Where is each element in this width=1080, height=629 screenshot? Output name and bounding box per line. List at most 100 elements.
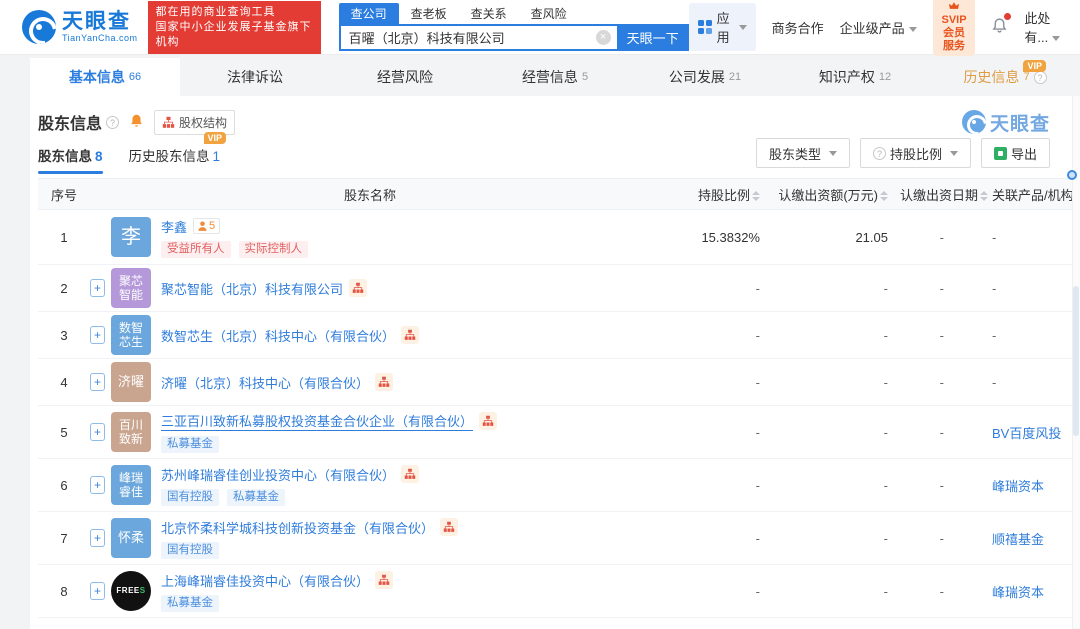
tianyancha-logo[interactable]: 天眼查 TianYanCha.com — [22, 10, 138, 44]
org-chart-icon — [378, 376, 390, 388]
notification-bell-button[interactable] — [991, 17, 1008, 37]
equity-structure-icon[interactable] — [479, 412, 497, 430]
subscribed-date-value: - — [940, 328, 944, 343]
shareholder-name-link[interactable]: 三亚百川致新私募股权投资基金合伙企业（有限合伙） — [161, 411, 473, 431]
equity-structure-icon[interactable] — [401, 465, 419, 483]
nav-tab-count: 5 — [582, 71, 588, 83]
shareholder-name-link[interactable]: 数智芯生（北京）科技中心（有限合伙） — [161, 326, 395, 345]
holding-ratio: - — [660, 281, 760, 296]
name-line: 三亚百川致新私募股权投资基金合伙企业（有限合伙） — [161, 411, 497, 431]
expand-button[interactable]: + — [90, 326, 105, 344]
avatar-text: 致新 — [119, 432, 143, 446]
slogan-line2: 国家中小企业发展子基金旗下机构 — [156, 20, 313, 50]
nav-tab-经营风险[interactable]: 经营风险 — [330, 58, 480, 96]
name-line: 北京怀柔科学城科技创新投资基金（有限合伙） — [161, 518, 458, 537]
holding-ratio-filter[interactable]: ? 持股比例 — [860, 138, 971, 168]
expand-button[interactable]: + — [90, 582, 105, 600]
column-header-label: 认缴出资额(万元) — [778, 188, 878, 203]
subtab-股东信息[interactable]: 股东信息8 — [38, 145, 103, 174]
scrollbar-thumb[interactable] — [1073, 286, 1079, 436]
org-chart-icon — [352, 282, 364, 294]
subtab-历史股东信息[interactable]: 历史股东信息1VIP — [129, 145, 221, 174]
nav-tab-知识产权[interactable]: 知识产权12 — [780, 58, 930, 96]
shareholder-name-link[interactable]: 上海峰瑞睿佳投资中心（有限合伙） — [161, 571, 369, 590]
clear-search-icon[interactable]: × — [596, 30, 611, 45]
avatar-text: 李 — [121, 230, 141, 244]
expand-button[interactable]: + — [90, 279, 105, 297]
shareholder-name-link[interactable]: 苏州峰瑞睿佳创业投资中心（有限合伙） — [161, 465, 395, 484]
subscribed-date-value: - — [940, 375, 944, 390]
notification-dot — [1004, 13, 1011, 20]
sort-icon[interactable] — [880, 191, 888, 201]
user-account-menu[interactable]: 此处有... — [1024, 8, 1062, 46]
sort-icon[interactable] — [980, 191, 988, 201]
expand-button[interactable]: + — [90, 423, 105, 441]
search-tab-查风险[interactable]: 查风险 — [519, 3, 579, 24]
subscribed-date-value: - — [940, 531, 944, 546]
search-tab-查公司[interactable]: 查公司 — [339, 3, 399, 24]
org-chart-icon — [162, 116, 175, 129]
shareholder-name-link[interactable]: 李鑫 — [161, 217, 187, 236]
related-org-value[interactable]: 峰瑞资本 — [992, 479, 1044, 494]
org-chart-icon — [378, 574, 390, 586]
equity-structure-icon[interactable] — [440, 518, 458, 536]
name-block: 济曜（北京）科技中心（有限合伙） — [161, 373, 393, 392]
help-icon[interactable]: ? — [106, 116, 119, 129]
column-header-认缴出资额(万元): 认缴出资额(万元) — [760, 185, 888, 204]
nav-tab-label: 历史信息 — [963, 67, 1019, 87]
search-button[interactable]: 天眼一下 — [617, 24, 689, 51]
avatar-text: 数智 — [119, 321, 143, 335]
crown-icon — [949, 2, 959, 10]
shareholder-name-link[interactable]: 济曜（北京）科技中心（有限合伙） — [161, 373, 369, 392]
row-number: 1 — [38, 230, 90, 245]
menu-enterprise-products[interactable]: 企业级产品 — [840, 18, 917, 37]
avatar-text: 聚芯 — [119, 274, 143, 288]
sort-icon[interactable] — [752, 191, 760, 201]
equity-structure-icon[interactable] — [375, 373, 393, 391]
expand-button[interactable]: + — [90, 529, 105, 547]
shareholder-type-filter[interactable]: 股东类型 — [756, 138, 850, 168]
related-org-value[interactable]: 顺禧基金 — [992, 532, 1044, 547]
shareholder-avatar: 峰瑞睿佳 — [111, 465, 151, 505]
shareholder-name-link[interactable]: 北京怀柔科学城科技创新投资基金（有限合伙） — [161, 518, 434, 537]
related-companies-badge[interactable]: 5 — [193, 218, 220, 234]
table-row: 8+FREES上海峰瑞睿佳投资中心（有限合伙）私募基金---峰瑞资本 — [38, 565, 1080, 618]
shareholder-name-link[interactable]: 聚芯智能（北京）科技有限公司 — [161, 279, 343, 298]
monitor-bell-button[interactable] — [129, 113, 144, 132]
search-input[interactable] — [339, 24, 617, 51]
shareholder-avatar: FREES — [111, 571, 151, 611]
shareholder-name-cell: +济曜济曜（北京）科技中心（有限合伙） — [90, 362, 660, 402]
org-chart-icon — [482, 415, 494, 427]
column-header-认缴出资日期: 认缴出资日期 — [888, 185, 988, 204]
apps-menu-button[interactable]: 应用 — [689, 3, 756, 51]
shareholder-name-cell: +FREES上海峰瑞睿佳投资中心（有限合伙）私募基金 — [90, 571, 660, 612]
page-anchor-dot[interactable] — [1067, 170, 1077, 180]
related-org-value: - — [992, 230, 996, 245]
apps-grid-icon — [698, 20, 712, 34]
search-tab-查关系[interactable]: 查关系 — [459, 3, 519, 24]
section-title: 股东信息 — [38, 110, 102, 134]
nav-tab-历史信息[interactable]: 历史信息7VIP? — [930, 58, 1080, 96]
subscribed-amount: - — [760, 281, 888, 296]
equity-structure-icon[interactable] — [401, 326, 419, 344]
help-icon[interactable]: ? — [1034, 71, 1047, 84]
related-org-value[interactable]: BV百度风投 — [992, 426, 1061, 441]
search-tab-查老板[interactable]: 查老板 — [399, 3, 459, 24]
nav-tab-经营信息[interactable]: 经营信息5 — [480, 58, 630, 96]
nav-tab-公司发展[interactable]: 公司发展21 — [630, 58, 780, 96]
row-number: 5 — [38, 425, 90, 440]
expand-button[interactable]: + — [90, 476, 105, 494]
equity-structure-icon[interactable] — [375, 571, 393, 589]
equity-structure-button[interactable]: 股权结构 — [154, 110, 235, 135]
nav-tab-label: 公司发展 — [669, 67, 725, 87]
related-org: - — [988, 375, 1080, 390]
nav-tab-法律诉讼[interactable]: 法律诉讼 — [180, 58, 330, 96]
equity-structure-icon[interactable] — [349, 279, 367, 297]
nav-tab-基本信息[interactable]: 基本信息66 — [30, 58, 180, 96]
related-org-value[interactable]: 峰瑞资本 — [992, 585, 1044, 600]
menu-biz-cooperation[interactable]: 商务合作 — [772, 18, 824, 37]
subscribed-amount: 21.05 — [760, 230, 888, 245]
expand-button[interactable]: + — [90, 373, 105, 391]
export-button[interactable]: 导出 — [981, 138, 1050, 168]
svip-membership-button[interactable]: SVIP 会员服务 — [933, 0, 976, 56]
